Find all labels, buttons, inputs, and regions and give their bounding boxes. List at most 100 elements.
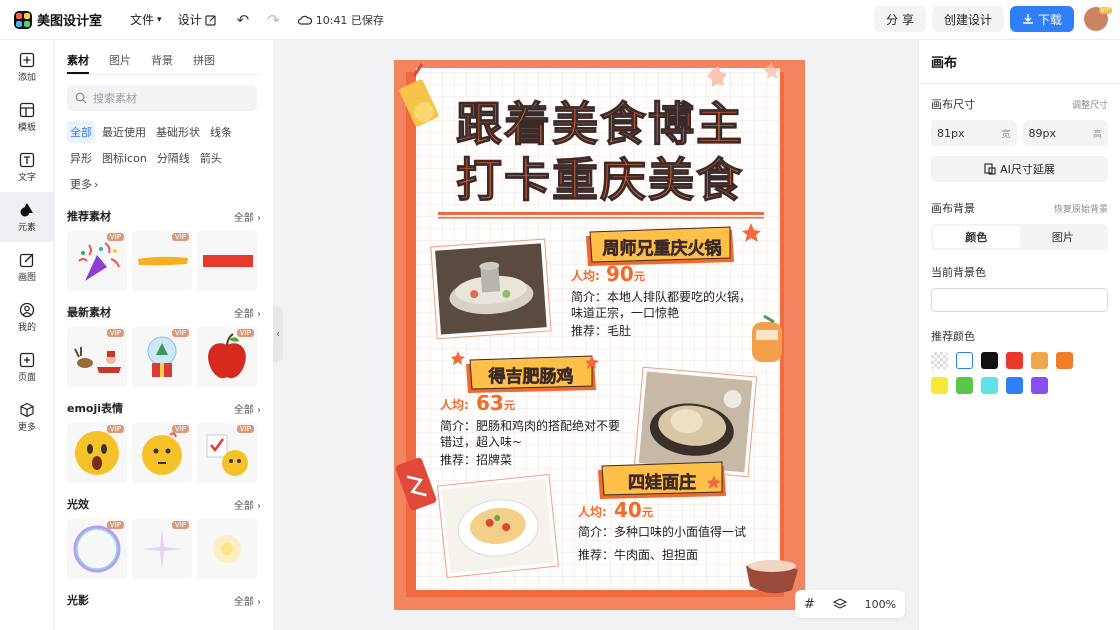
- color-swatch[interactable]: [1031, 352, 1048, 369]
- file-menu[interactable]: 文件 ▾: [124, 7, 168, 32]
- shapes-icon: [20, 202, 33, 216]
- chip-icons[interactable]: 图标icon: [99, 147, 150, 169]
- color-swatch[interactable]: [1006, 377, 1023, 394]
- item3-name[interactable]: 四娃面庄: [628, 472, 697, 494]
- item1-desc-line2[interactable]: 味道正宗，一口惊艳: [571, 305, 679, 320]
- color-swatch[interactable]: [1006, 352, 1023, 369]
- snowglobe-thumb[interactable]: VIP: [132, 327, 192, 387]
- color-swatch[interactable]: [1031, 377, 1048, 394]
- emoji-scared-thumb[interactable]: VIP: [67, 423, 127, 483]
- share-button[interactable]: 分 享: [874, 6, 926, 32]
- item1-price-label[interactable]: 人均:: [571, 268, 600, 283]
- canvas-bg-label: 画布背景: [931, 202, 975, 215]
- item2-name[interactable]: 得吉肥肠鸡: [487, 366, 574, 388]
- poster-title-line1[interactable]: 跟着美食博主: [455, 96, 744, 151]
- bg-color-tab[interactable]: 颜色: [933, 226, 1020, 248]
- color-swatch[interactable]: [981, 377, 998, 394]
- ai-resize-button[interactable]: AI尺寸延展: [931, 156, 1108, 182]
- hotpot-photo[interactable]: [430, 238, 552, 340]
- item2-recommend[interactable]: 推荐：招牌菜: [440, 453, 512, 467]
- color-swatch[interactable]: [956, 377, 973, 394]
- star-light-thumb[interactable]: VIP: [132, 519, 192, 579]
- zoom-level[interactable]: 100%: [865, 598, 896, 611]
- bg-image-tab[interactable]: 图片: [1020, 226, 1107, 248]
- chip-irregular[interactable]: 异形: [67, 147, 95, 169]
- chip-divider[interactable]: 分隔线: [154, 147, 193, 169]
- red-bar-thumb[interactable]: [197, 231, 257, 291]
- redo-icon[interactable]: ↷: [267, 11, 280, 29]
- chip-all[interactable]: 全部: [67, 121, 95, 143]
- color-swatch[interactable]: [931, 352, 948, 369]
- nav-text[interactable]: 文字: [0, 142, 54, 192]
- color-swatch[interactable]: [1056, 352, 1073, 369]
- item2-price[interactable]: 63: [476, 391, 504, 415]
- chip-more[interactable]: 更多 ›: [67, 173, 101, 195]
- nav-elements[interactable]: 元素: [0, 192, 54, 242]
- item3-price-unit[interactable]: 元: [642, 506, 653, 519]
- section-light-all[interactable]: 全部 ›: [234, 497, 261, 512]
- restore-bg-link[interactable]: 恢复原始背景: [1054, 202, 1108, 215]
- item3-price-label[interactable]: 人均:: [578, 504, 607, 519]
- nav-template[interactable]: 模板: [0, 92, 54, 142]
- collapse-panel-handle[interactable]: ‹: [273, 306, 283, 362]
- apple-thumb[interactable]: VIP: [197, 327, 257, 387]
- tab-image[interactable]: 图片: [109, 52, 131, 74]
- search-input[interactable]: 搜索素材: [67, 85, 257, 111]
- nav-draw[interactable]: 画图: [0, 242, 54, 292]
- section-shadow-all[interactable]: 全部 ›: [234, 593, 261, 608]
- item2-desc-line2[interactable]: 错过，超入味~: [440, 434, 522, 449]
- nav-add[interactable]: 添加: [0, 42, 54, 92]
- layers-icon[interactable]: [832, 597, 847, 611]
- nav-page[interactable]: 页面: [0, 342, 54, 392]
- section-emoji-all[interactable]: 全部 ›: [234, 401, 261, 416]
- download-button[interactable]: 下载: [1009, 6, 1074, 32]
- bubble-light-thumb[interactable]: VIP: [67, 519, 127, 579]
- color-swatch[interactable]: [931, 377, 948, 394]
- chip-lines[interactable]: 线条: [207, 121, 235, 143]
- glow-light-thumb[interactable]: [197, 519, 257, 579]
- width-field[interactable]: 81px 宽: [931, 120, 1017, 146]
- chip-recent[interactable]: 最近使用: [99, 121, 149, 143]
- tab-collage[interactable]: 拼图: [193, 52, 215, 74]
- item2-price-label[interactable]: 人均:: [440, 397, 469, 412]
- nav-elements-label: 元素: [17, 222, 36, 233]
- adjust-size-link[interactable]: 调整尺寸: [1072, 98, 1108, 111]
- color-swatch[interactable]: [981, 352, 998, 369]
- tab-material[interactable]: 素材: [67, 52, 89, 74]
- item2-price-unit[interactable]: 元: [504, 399, 515, 412]
- app-logo[interactable]: 美图设计室: [14, 10, 102, 29]
- item3-recommend[interactable]: 推荐：牛肉面、担担面: [578, 547, 698, 562]
- height-field[interactable]: 89px 高: [1022, 120, 1108, 146]
- party-popper-thumb[interactable]: VIP: [67, 231, 127, 291]
- item1-recommend[interactable]: 推荐：毛肚: [571, 323, 631, 338]
- section-latest-all[interactable]: 全部 ›: [234, 305, 261, 320]
- brush-stroke-thumb[interactable]: VIP: [132, 231, 192, 291]
- grid-icon[interactable]: #: [804, 597, 815, 612]
- item2-desc-line1[interactable]: 简介：肥肠和鸡肉的搭配绝对不要: [440, 418, 620, 433]
- item1-desc-line1[interactable]: 简介：本地人排队都要吃的火锅，: [571, 289, 751, 304]
- poster-title-line2[interactable]: 打卡重庆美食: [455, 152, 744, 207]
- emoji-thinking-thumb[interactable]: VIP: [132, 423, 192, 483]
- chip-arrow[interactable]: 箭头: [197, 147, 225, 169]
- emoji-check-thumb[interactable]: VIP: [197, 423, 257, 483]
- design-menu[interactable]: 设计: [172, 7, 223, 32]
- item3-desc[interactable]: 简介：多种口味的小面值得一试: [578, 524, 746, 539]
- tab-background[interactable]: 背景: [151, 52, 173, 74]
- item1-price[interactable]: 90: [606, 262, 634, 286]
- item1-name[interactable]: 周师兄重庆火锅: [602, 238, 722, 260]
- avatar[interactable]: VIP: [1084, 7, 1112, 31]
- nav-mine[interactable]: 我的: [0, 292, 54, 342]
- nav-more[interactable]: 更多: [0, 392, 54, 442]
- sleigh-thumb[interactable]: VIP: [67, 327, 127, 387]
- chicken-photo[interactable]: [633, 366, 758, 478]
- noodle-photo[interactable]: [436, 473, 560, 579]
- section-recommended-all[interactable]: 全部 ›: [234, 209, 261, 224]
- poster-canvas[interactable]: 跟着美食博主 打卡重庆美食 周师兄重庆火锅 人均: 90 元 简介：本地人排队都…: [394, 60, 805, 610]
- current-color-field[interactable]: [931, 288, 1108, 312]
- chip-basic-shapes[interactable]: 基础形状: [153, 121, 203, 143]
- undo-icon[interactable]: ↶: [237, 11, 250, 29]
- item1-price-unit[interactable]: 元: [634, 270, 645, 283]
- create-design-button[interactable]: 创建设计: [931, 6, 1004, 32]
- item3-price[interactable]: 40: [614, 498, 642, 522]
- color-swatch[interactable]: [956, 352, 973, 369]
